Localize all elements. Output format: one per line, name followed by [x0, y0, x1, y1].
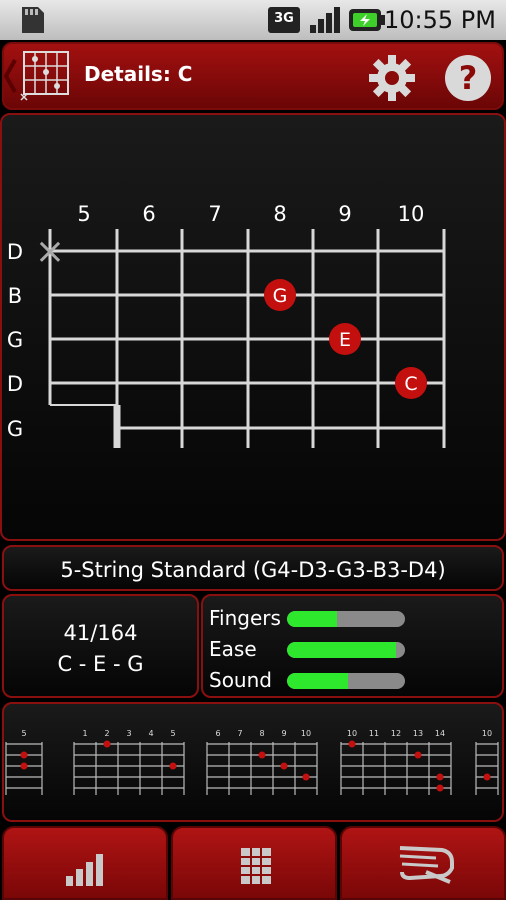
back-chevron-icon[interactable]	[2, 56, 18, 96]
voicing-thumbnail[interactable]: 6 7 8 9 10	[206, 729, 318, 795]
ratings-panel: Fingers Ease Sound	[201, 594, 504, 698]
nav-capo-button[interactable]	[340, 826, 506, 900]
capo-icon	[399, 846, 454, 884]
thumb-fret-number: 10	[301, 729, 311, 738]
thumb-fret-number: 14	[435, 729, 445, 738]
rating-label-ease: Ease	[209, 637, 257, 661]
tuning-panel[interactable]: 5-String Standard (G4-D3-G3-B3-D4)	[2, 545, 504, 591]
thumb-note-dot	[436, 784, 444, 792]
fret-number: 9	[338, 202, 351, 226]
thumb-note-dot	[258, 751, 266, 759]
thumb-fret-number: 10	[347, 729, 357, 738]
fingers-rating-bar	[287, 611, 405, 627]
voicing-thumbnail[interactable]: 10 11 12 13 14	[340, 729, 452, 795]
thumb-fret-number: 8	[259, 729, 264, 738]
chord-stats-panel: 41/164 C - E - G	[2, 594, 199, 698]
sound-rating-bar	[287, 673, 405, 689]
thumb-note-dot	[20, 762, 28, 770]
thumb-fret-number: 11	[369, 729, 379, 738]
thumb-note-dot	[436, 773, 444, 781]
thumb-note-dot	[348, 740, 356, 748]
sd-card-icon	[22, 7, 44, 33]
header-bar	[2, 42, 504, 110]
thumb-fret-number: 1	[82, 729, 87, 738]
page-title: Details: C	[84, 62, 193, 86]
fretboard-diagram[interactable]: 5 6 7 8 9 10DBGDG×GEC	[0, 113, 506, 541]
signal-strength-icon	[310, 7, 340, 33]
network-label: 3G	[274, 11, 294, 26]
thumb-fret-number: 6	[215, 729, 220, 738]
thumb-fret-number: 13	[413, 729, 423, 738]
fingers-rating-fill	[287, 611, 337, 627]
fret-number: 6	[142, 202, 155, 226]
thumb-note-dot	[414, 751, 422, 759]
string-label: D	[7, 240, 23, 264]
thumb-note-dot	[280, 762, 288, 770]
sound-rating-fill	[287, 673, 349, 689]
settings-gear-icon[interactable]	[367, 53, 417, 103]
voicing-thumbnails[interactable]: 5 1 2 3 4 5 6 7 8 9 10 10 11 12 13 14 10	[0, 702, 506, 822]
thumb-fret-number: 5	[21, 729, 26, 738]
thumb-fret-number: 7	[237, 729, 242, 738]
string-label: G	[7, 328, 23, 352]
thumb-note-dot	[169, 762, 177, 770]
chord-notes: C - E - G	[57, 652, 144, 676]
thumb-note-dot	[103, 740, 111, 748]
rating-label-sound: Sound	[209, 668, 272, 692]
chords-bars-icon	[66, 854, 103, 886]
fret-number: 10	[398, 202, 425, 226]
voicing-thumbnail[interactable]: 5	[5, 729, 43, 795]
thumb-note-dot	[483, 773, 491, 781]
thumb-fret-number: 10	[482, 729, 492, 738]
thumb-fret-number: 4	[148, 729, 153, 738]
string-label: B	[8, 284, 22, 308]
thumb-fret-number: 5	[170, 729, 175, 738]
network-3g-icon: 3G	[268, 7, 300, 33]
ease-rating-bar	[287, 642, 405, 658]
voicing-thumbnail[interactable]: 10	[475, 729, 499, 795]
note-label: C	[404, 373, 417, 395]
muted-string-marker: ×	[35, 231, 65, 272]
fret-number: 8	[273, 202, 286, 226]
fret-number: 7	[208, 202, 221, 226]
voicing-thumbnail[interactable]: 1 2 3 4 5	[73, 729, 185, 795]
thumb-fret-number: 9	[281, 729, 286, 738]
thumb-fret-number: 12	[391, 729, 401, 738]
ease-rating-fill	[287, 642, 396, 658]
battery-icon	[349, 9, 385, 31]
svg-text:?: ?	[459, 59, 478, 97]
tuning-label: 5-String Standard (G4-D3-G3-B3-D4)	[60, 558, 446, 582]
thumb-note-dot	[302, 773, 310, 781]
note-label: G	[273, 285, 288, 307]
rating-label-fingers: Fingers	[209, 606, 281, 630]
thumb-note-dot	[20, 751, 28, 759]
status-bar: 3G 10:55 PM	[0, 0, 506, 40]
chord-diagram-icon[interactable]	[20, 50, 70, 102]
nav-chords-button[interactable]	[2, 826, 168, 900]
note-label: E	[339, 329, 351, 351]
fret-number: 5	[77, 202, 90, 226]
fretboard-grid-icon	[241, 848, 271, 884]
help-icon[interactable]: ?	[443, 53, 493, 103]
nav-fretboard-button[interactable]	[171, 826, 337, 900]
string-label: G	[7, 417, 23, 441]
voicing-counter: 41/164	[63, 621, 138, 645]
clock: 10:55 PM	[384, 6, 496, 34]
thumb-fret-number: 2	[104, 729, 109, 738]
string-label: D	[7, 372, 23, 396]
thumb-fret-number: 3	[126, 729, 131, 738]
